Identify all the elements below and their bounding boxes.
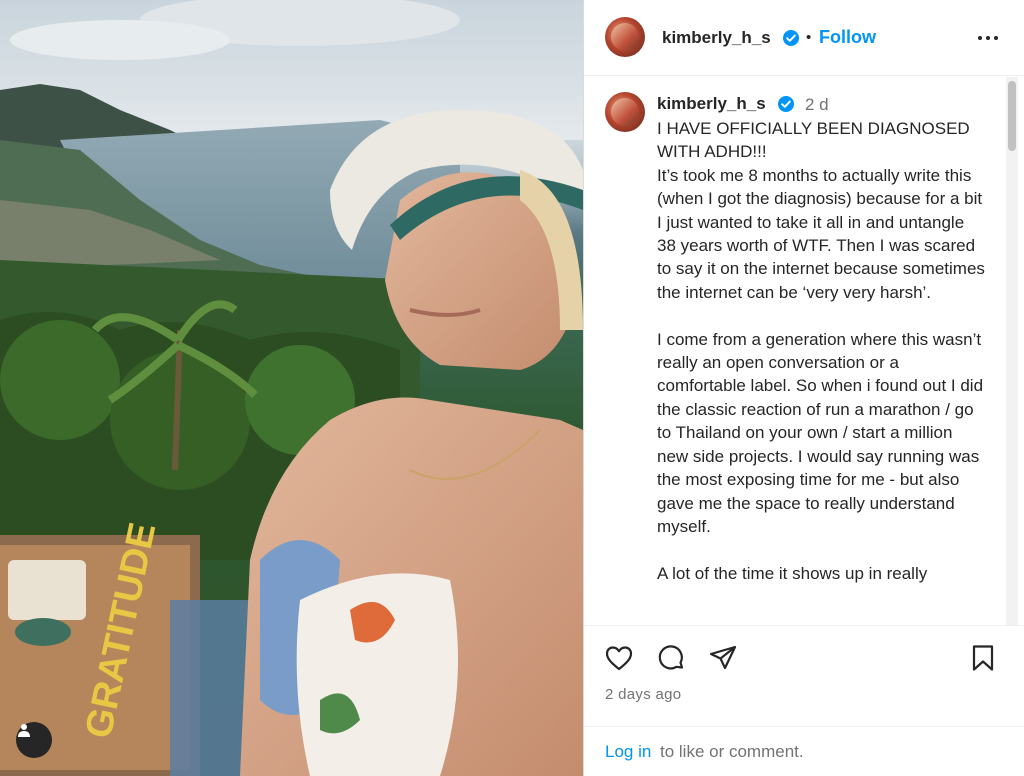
more-options-icon[interactable] [976, 26, 1000, 50]
scrollbar-thumb[interactable] [1008, 81, 1016, 151]
verified-badge-icon [783, 30, 799, 46]
caption-avatar[interactable] [605, 92, 645, 132]
follow-button[interactable]: Follow [819, 27, 876, 48]
comment-bubble-icon[interactable] [656, 643, 686, 673]
login-prompt: Log in to like or comment. [584, 726, 1024, 776]
post-date: 2 days ago [605, 686, 682, 703]
caption-username[interactable]: kimberly_h_s [657, 94, 766, 114]
caption-text: I HAVE OFFICIALLY BEEN DIAGNOSED WITH AD… [657, 119, 985, 583]
caption-time: 2 d [805, 95, 829, 114]
action-bar: 2 days ago Log in to like or comment. [584, 625, 1024, 775]
separator-dot: • [806, 29, 812, 46]
header-username[interactable]: kimberly_h_s [662, 28, 771, 48]
verified-badge-icon [778, 96, 794, 112]
photo-illustration: GRATITUDE [0, 0, 583, 776]
user-silhouette-icon[interactable] [16, 722, 52, 758]
avatar[interactable] [605, 17, 645, 57]
bookmark-icon[interactable] [968, 643, 998, 673]
caption-scroll-area[interactable]: kimberly_h_s 2 d I HAVE OFFICIALLY BEEN … [584, 77, 1024, 625]
post-details-panel: kimberly_h_s • Follow kimberly_h_s 2 d I… [584, 0, 1024, 776]
paper-plane-icon[interactable] [708, 643, 738, 673]
post-header: kimberly_h_s • Follow [584, 0, 1024, 76]
heart-icon[interactable] [604, 643, 634, 673]
post-photo: GRATITUDE [0, 0, 583, 776]
login-prompt-text: to like or comment. [660, 742, 804, 761]
login-link[interactable]: Log in [605, 742, 651, 762]
scrollbar-track[interactable] [1006, 77, 1018, 625]
